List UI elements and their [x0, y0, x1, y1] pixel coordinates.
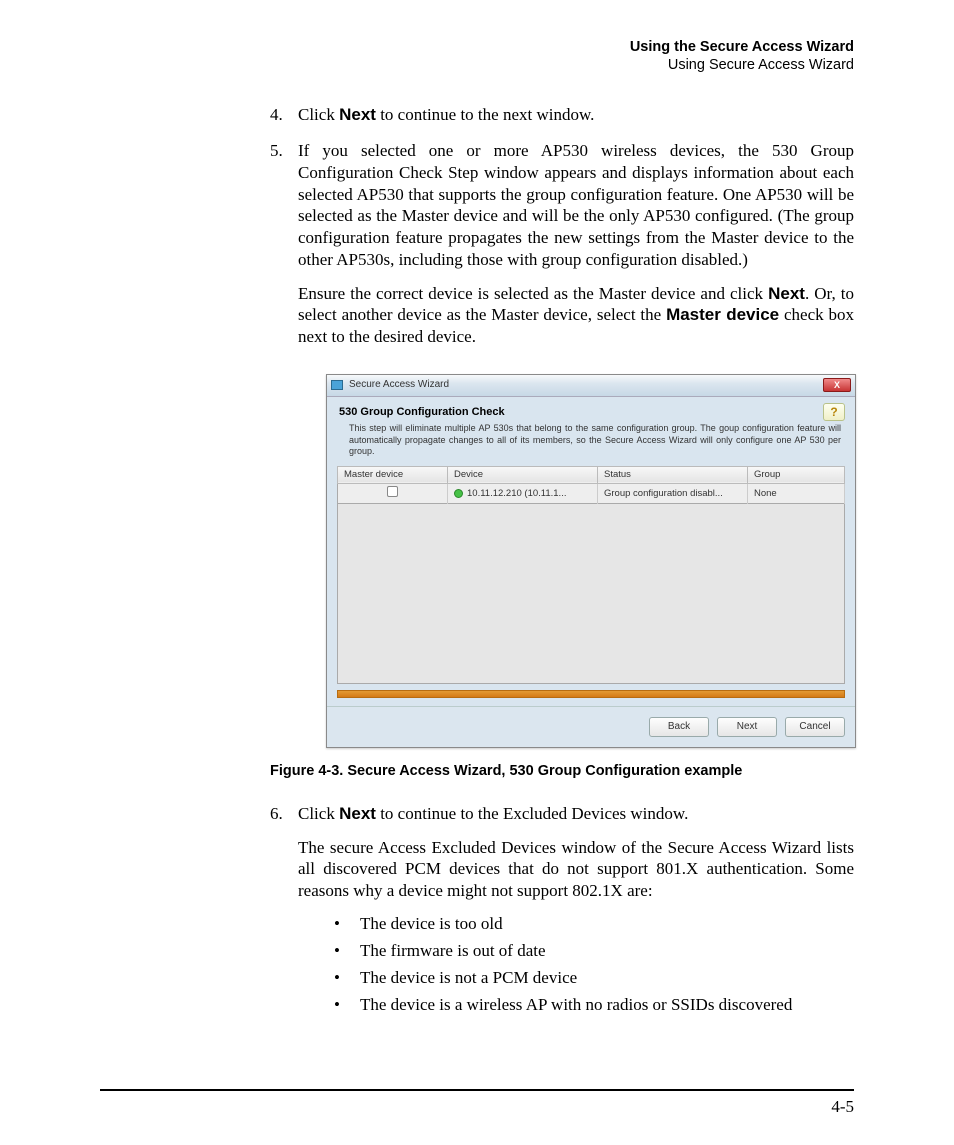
status-dot-icon	[454, 489, 463, 498]
content-area: 4. Click Next to continue to the next wi…	[100, 104, 854, 1018]
step6-p2: The secure Access Excluded Devices windo…	[298, 837, 854, 902]
step5-p2: Ensure the correct device is selected as…	[298, 283, 854, 348]
step-marker: 4.	[270, 104, 283, 126]
dialog-footer: Back Next Cancel	[327, 706, 855, 747]
text: to continue to the next window.	[376, 105, 594, 124]
list-item: The firmware is out of date	[326, 937, 854, 964]
dialog-note: This step will eliminate multiple AP 530…	[337, 421, 845, 466]
bold-next: Next	[339, 105, 376, 124]
close-button[interactable]: X	[823, 378, 851, 392]
list-item: The device is a wireless AP with no radi…	[326, 991, 854, 1018]
window-title: Secure Access Wizard	[349, 379, 823, 392]
reason-list: The device is too old The firmware is ou…	[326, 910, 854, 1019]
step-marker: 5.	[270, 140, 283, 162]
table-row[interactable]: 10.11.12.210 (10.11.1... Group configura…	[338, 484, 845, 504]
col-device: Device	[448, 466, 598, 483]
master-checkbox[interactable]	[387, 486, 398, 497]
step5-body: If you selected one or more AP530 wirele…	[298, 141, 854, 269]
step-5: 5. If you selected one or more AP530 wir…	[270, 140, 854, 781]
wizard-dialog: Secure Access Wizard X 530 Group Configu…	[326, 374, 856, 748]
header-title: Using the Secure Access Wizard	[100, 38, 854, 56]
dialog-body: 530 Group Configuration Check ? This ste…	[327, 397, 855, 706]
table-header-row: Master device Device Status Group	[338, 466, 845, 483]
titlebar: Secure Access Wizard X	[327, 375, 855, 397]
next-button[interactable]: Next	[717, 717, 777, 737]
dialog-heading: 530 Group Configuration Check	[337, 403, 823, 421]
col-status: Status	[598, 466, 748, 483]
step-marker: 6.	[270, 803, 283, 825]
help-button[interactable]: ?	[823, 403, 845, 421]
back-button[interactable]: Back	[649, 717, 709, 737]
text: Click	[298, 105, 339, 124]
progress-bar	[337, 690, 845, 698]
cell-group: None	[748, 484, 845, 504]
header-subtitle: Using Secure Access Wizard	[100, 56, 854, 74]
list-item: The device is not a PCM device	[326, 964, 854, 991]
cell-status: Group configuration disabl...	[598, 484, 748, 504]
app-icon	[331, 380, 343, 390]
cell-device: 10.11.12.210 (10.11.1...	[467, 488, 566, 499]
table-empty-area	[337, 504, 845, 684]
footer-rule	[100, 1089, 854, 1091]
figure-caption: Figure 4-3. Secure Access Wizard, 530 Gr…	[270, 762, 854, 781]
page-number: 4-5	[831, 1097, 854, 1117]
col-group: Group	[748, 466, 845, 483]
page-header: Using the Secure Access Wizard Using Sec…	[100, 38, 854, 74]
col-master: Master device	[338, 466, 448, 483]
device-table: Master device Device Status Group 10.11.…	[337, 466, 845, 504]
cancel-button[interactable]: Cancel	[785, 717, 845, 737]
step-list: 4. Click Next to continue to the next wi…	[270, 104, 854, 1018]
list-item: The device is too old	[326, 910, 854, 937]
step-4: 4. Click Next to continue to the next wi…	[270, 104, 854, 126]
step-6: 6. Click Next to continue to the Exclude…	[270, 803, 854, 1019]
